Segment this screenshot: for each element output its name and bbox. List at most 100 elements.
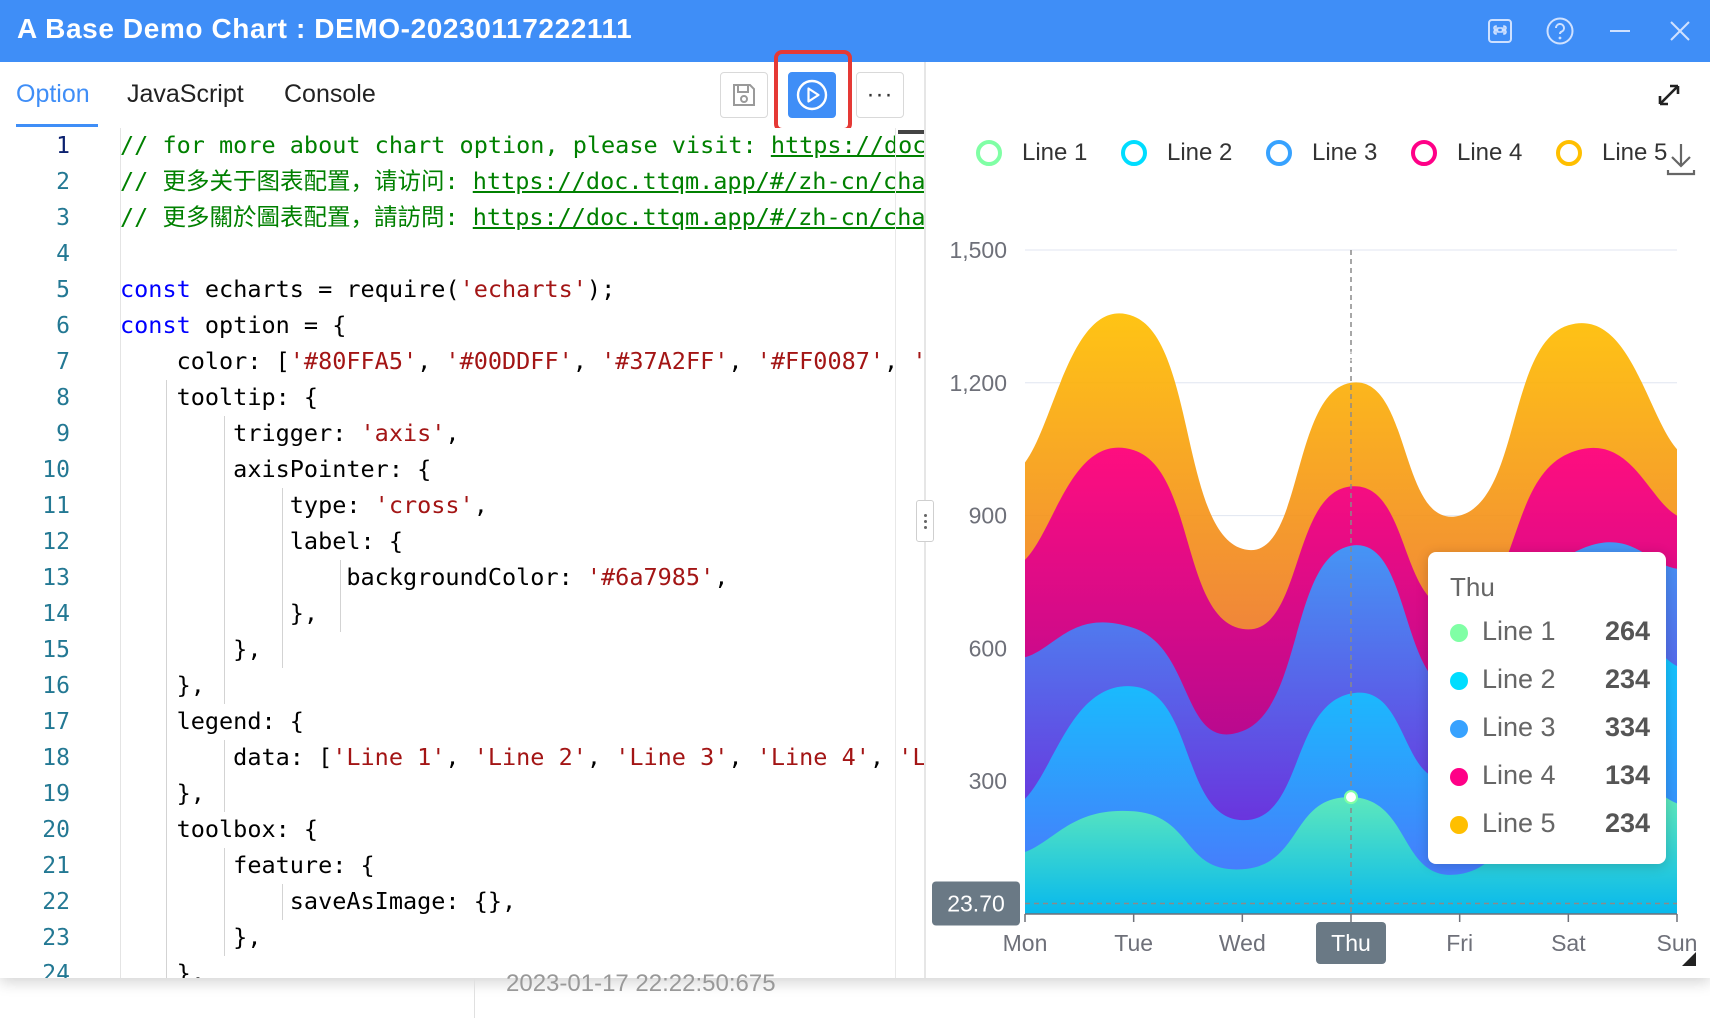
line-number: 22 <box>42 889 70 915</box>
more-icon: ··· <box>866 81 894 108</box>
code-token: option = { <box>190 311 347 339</box>
tab-javascript[interactable]: JavaScript <box>127 80 244 109</box>
code-token: trigger: <box>120 419 361 447</box>
minimize-icon[interactable] <box>1602 13 1638 49</box>
code-link[interactable]: https://doc.ttqm.app/#/zh-cn/chart <box>473 203 924 231</box>
code-token: }, <box>120 923 262 951</box>
code-token: '#FF0087' <box>756 347 885 375</box>
chart-tooltip: Thu Line 1 264 Line 2 234 Line 3 334 Line 4 134… <box>1428 552 1666 864</box>
code-line[interactable]: }, <box>120 919 261 955</box>
close-icon[interactable] <box>1662 13 1698 49</box>
editor-scrollbar[interactable] <box>895 128 896 978</box>
code-line[interactable]: toolbox: { <box>120 811 319 847</box>
code-line[interactable]: }, <box>120 955 205 978</box>
code-token: feature: { <box>120 851 375 879</box>
indent-guide <box>282 884 283 920</box>
tooltip-title: Thu <box>1450 572 1495 602</box>
top-data-label: 234 <box>1332 340 1371 366</box>
indent-guide <box>224 740 225 812</box>
line-number: 5 <box>56 277 70 303</box>
save-button[interactable] <box>720 72 768 118</box>
code-token: // for more about chart option, please v… <box>120 131 771 159</box>
code-token: data: [ <box>120 743 333 771</box>
code-token: color: [ <box>120 347 290 375</box>
code-line[interactable]: }, <box>120 667 205 703</box>
code-line[interactable]: const option = { <box>120 307 346 343</box>
tooltip-series-name: Line 1 <box>1482 616 1556 646</box>
code-line[interactable]: // 更多关于图表配置，请访问: https://doc.ttqm.app/#/… <box>120 163 924 199</box>
code-token: 'cross' <box>374 491 474 519</box>
code-line[interactable]: }, <box>120 775 205 811</box>
play-icon <box>796 79 828 111</box>
x-tick-label: Thu <box>1331 930 1371 956</box>
code-line[interactable]: // for more about chart option, please v… <box>120 128 924 163</box>
line-number: 1 <box>56 133 70 159</box>
tooltip-series-value: 264 <box>1604 616 1650 646</box>
x-tick-label: Mon <box>1003 930 1048 956</box>
code-line[interactable]: feature: { <box>120 847 375 883</box>
console-divider <box>474 978 475 1018</box>
help-icon[interactable] <box>1542 13 1578 49</box>
line-number: 20 <box>42 817 70 843</box>
x-tick-label: Wed <box>1219 930 1266 956</box>
code-token: 'axis' <box>360 419 446 447</box>
code-token: 'Line 3' <box>615 743 729 771</box>
code-area[interactable]: // for more about chart option, please v… <box>120 128 924 978</box>
tooltip-series-name: Line 3 <box>1482 712 1556 742</box>
code-link[interactable]: https://doc.ttqm.app/#/en/chart <box>771 131 924 159</box>
code-line[interactable]: color: ['#80FFA5', '#00DDFF', '#37A2FF',… <box>120 343 924 379</box>
code-line[interactable]: const echarts = require('echarts'); <box>120 271 615 307</box>
code-token: const <box>120 311 191 339</box>
line-number: 10 <box>42 457 70 483</box>
code-link[interactable]: https://doc.ttqm.app/#/zh-cn/chart <box>473 167 924 195</box>
line-number: 13 <box>42 565 70 591</box>
highlight-point <box>1344 790 1358 805</box>
code-token: '#80FFA5' <box>289 347 418 375</box>
code-line[interactable]: }, <box>120 595 318 631</box>
code-line[interactable]: backgroundColor: '#6a7985', <box>120 559 728 595</box>
code-line[interactable]: tooltip: { <box>120 379 319 415</box>
code-line[interactable]: saveAsImage: {}, <box>120 883 516 919</box>
code-line[interactable]: label: { <box>120 523 403 559</box>
code-token: saveAsImage: {}, <box>120 887 517 915</box>
tab-console[interactable]: Console <box>284 80 376 109</box>
tooltip-row: Line 2 234 <box>1450 662 1650 698</box>
code-token: type: <box>120 491 375 519</box>
code-token: 'Line 2' <box>473 743 587 771</box>
code-line[interactable]: }, <box>120 631 261 667</box>
tooltip-dot-icon <box>1450 672 1468 690</box>
more-button[interactable]: ··· <box>856 72 904 118</box>
code-line[interactable]: data: ['Line 1', 'Line 2', 'Line 3', 'Li… <box>120 739 924 775</box>
run-button[interactable] <box>788 72 836 118</box>
line-number: 4 <box>56 241 70 267</box>
code-token: // 更多关于图表配置，请访问: <box>120 167 473 195</box>
save-icon <box>733 84 755 106</box>
line-number: 9 <box>56 421 70 447</box>
code-token: 'Line 5' <box>898 743 924 771</box>
command-icon[interactable] <box>1482 13 1518 49</box>
code-line[interactable]: legend: { <box>120 703 304 739</box>
line-number: 7 <box>56 349 70 375</box>
code-editor[interactable]: 1 2 3 4 5 6 7 8 9 10 11 12 13 14 15 16 17 18 19 20 21 22 23 24 … <box>0 128 924 978</box>
x-tick-label: Tue <box>1114 930 1153 956</box>
tooltip-dot-icon <box>1450 624 1468 642</box>
code-token: ); <box>586 275 616 303</box>
y-tick-label: 600 <box>969 635 1007 661</box>
tooltip-series-name: Line 2 <box>1482 664 1556 694</box>
line-number: 24 <box>42 961 70 978</box>
code-line[interactable]: trigger: 'axis', <box>120 415 459 451</box>
app-window: A Base Demo Chart : DEMO-20230117222111 … <box>0 0 1710 978</box>
code-token: , <box>445 743 474 771</box>
y-tick-label: 1,500 <box>949 237 1007 263</box>
tooltip-row: Line 5 234 <box>1450 806 1650 842</box>
code-token: }, <box>120 959 205 978</box>
code-token: }, <box>120 635 262 663</box>
code-token: , <box>728 743 757 771</box>
tooltip-row: Line 3 334 <box>1450 710 1650 746</box>
code-token: , <box>473 491 488 519</box>
code-line[interactable]: // 更多關於圖表配置，請訪問: https://doc.ttqm.app/#/… <box>120 199 924 235</box>
code-token: }, <box>120 599 319 627</box>
code-line[interactable]: type: 'cross', <box>120 487 488 523</box>
tab-option[interactable]: Option <box>16 80 90 109</box>
line-number: 8 <box>56 385 70 411</box>
